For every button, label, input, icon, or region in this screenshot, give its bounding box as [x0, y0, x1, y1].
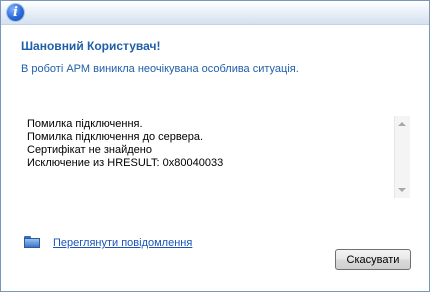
error-line: Исключение из HRESULT: 0x80040033 [27, 157, 224, 169]
error-line: Помилка підключення. [27, 118, 143, 130]
folder-icon[interactable] [24, 236, 40, 248]
dialog-titlebar: i [1, 1, 429, 25]
error-details-scrollbar[interactable] [394, 116, 410, 198]
error-dialog: i Шановний Користувач! В роботі АРМ вини… [0, 0, 430, 292]
error-details-text: Помилка підключення. Помилка підключення… [27, 118, 387, 170]
scroll-up-arrow-icon[interactable] [398, 122, 406, 126]
error-line: Сертифікат не знайдено [27, 144, 152, 156]
cancel-button[interactable]: Скасувати [335, 249, 411, 270]
scroll-down-arrow-icon[interactable] [398, 188, 406, 192]
view-messages-link[interactable]: Переглянути повідомлення [53, 237, 192, 249]
dialog-subheading: В роботі АРМ виникла неочікувана особлив… [21, 63, 299, 75]
error-line: Помилка підключення до сервера. [27, 131, 204, 143]
error-details-box[interactable]: Помилка підключення. Помилка підключення… [21, 116, 410, 198]
dialog-heading: Шановний Користувач! [21, 39, 161, 53]
info-icon: i [7, 4, 24, 21]
